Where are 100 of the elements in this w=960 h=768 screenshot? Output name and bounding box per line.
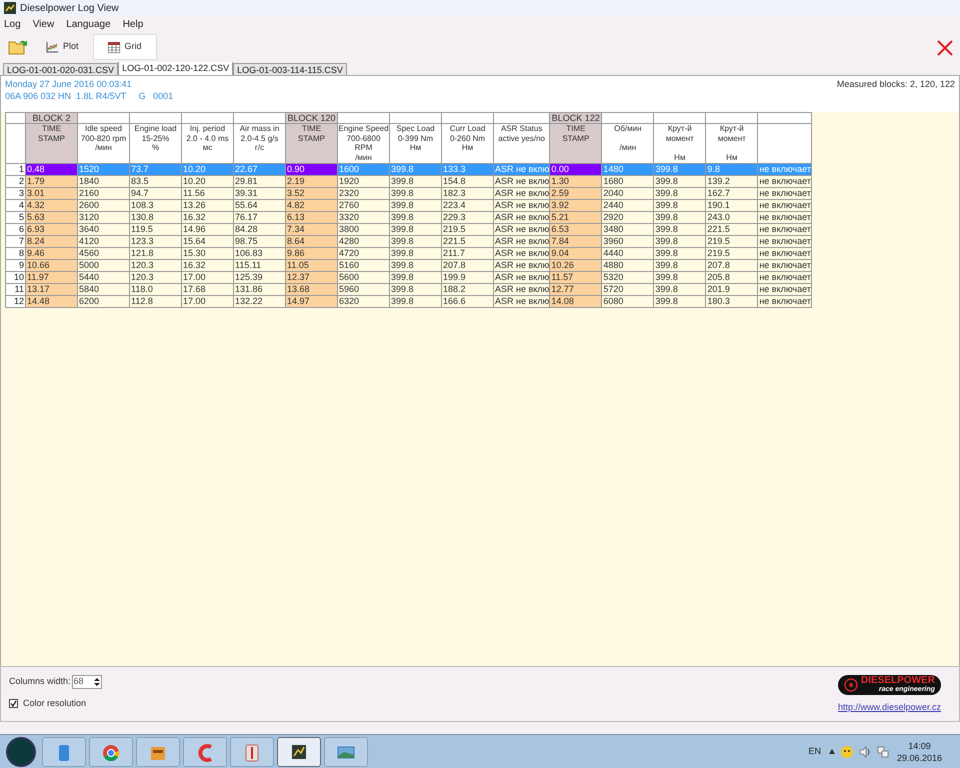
table-cell: 14.97 <box>286 296 338 308</box>
columns-width-spinner[interactable]: 68 <box>72 675 102 689</box>
column-header: Air mass in 2.0-4.5 g/s г/с <box>234 124 286 164</box>
table-cell: 399.8 <box>390 224 442 236</box>
table-cell: 221.5 <box>706 224 758 236</box>
table-cell: 14.96 <box>182 224 234 236</box>
grid-button[interactable]: Grid <box>92 34 157 60</box>
table-cell: 6.93 <box>26 224 78 236</box>
taskbar-button[interactable] <box>136 736 180 766</box>
spinner-arrows-icon[interactable] <box>92 676 101 688</box>
clock-time[interactable]: 14:09 <box>908 740 931 752</box>
table-cell: 4280 <box>338 236 390 248</box>
row-number: 11 <box>6 284 26 296</box>
table-cell: 118.0 <box>130 284 182 296</box>
table-cell: 4.82 <box>286 200 338 212</box>
taskbar-button[interactable] <box>277 736 321 766</box>
table-cell: 9.86 <box>286 248 338 260</box>
table-cell: 399.8 <box>654 248 706 260</box>
table-cell: 6200 <box>78 296 130 308</box>
start-button[interactable] <box>6 736 36 766</box>
table-cell: 2760 <box>338 200 390 212</box>
menu-item[interactable]: Help <box>122 16 144 32</box>
table-cell: 399.8 <box>654 224 706 236</box>
table-cell: не включает <box>758 188 812 200</box>
plot-button[interactable]: Plot <box>32 34 93 60</box>
table-cell: 8.24 <box>26 236 78 248</box>
table-cell: 120.3 <box>130 260 182 272</box>
smiley-icon[interactable] <box>840 746 853 758</box>
table-cell: 199.9 <box>442 272 494 284</box>
table-cell: 123.3 <box>130 236 182 248</box>
table-cell: 399.8 <box>390 188 442 200</box>
table-cell: 4440 <box>602 248 654 260</box>
table-cell: 4120 <box>78 236 130 248</box>
file-tab[interactable]: LOG-01-002-120-122.CSV <box>118 61 234 75</box>
table-cell: ASR не вклю <box>494 260 550 272</box>
table-cell: 399.8 <box>390 272 442 284</box>
table-cell: 5320 <box>602 272 654 284</box>
table-cell: не включает <box>758 260 812 272</box>
row-number: 9 <box>6 260 26 272</box>
table-cell: 2920 <box>602 212 654 224</box>
table-cell: 7.84 <box>550 236 602 248</box>
table-cell: 3960 <box>602 236 654 248</box>
table-cell: 2.19 <box>286 176 338 188</box>
table-cell: 399.8 <box>654 272 706 284</box>
table-cell: 1680 <box>602 176 654 188</box>
clock-date[interactable]: 29.06.2016 <box>896 752 942 764</box>
table-cell: 3.52 <box>286 188 338 200</box>
table-cell: 15.64 <box>182 236 234 248</box>
table-cell: 11.05 <box>286 260 338 272</box>
table-cell: 76.17 <box>234 212 286 224</box>
table-cell: 6080 <box>602 296 654 308</box>
menu-item[interactable]: View <box>32 16 54 32</box>
table-cell: 120.3 <box>130 272 182 284</box>
table-cell: 131.86 <box>234 284 286 296</box>
table-cell: ASR не вклю <box>494 248 550 260</box>
table-cell: 399.8 <box>390 248 442 260</box>
table-cell: 223.4 <box>442 200 494 212</box>
tray-arrow-icon[interactable] <box>828 749 835 754</box>
row-number: 2 <box>6 176 26 188</box>
table-cell: 7.34 <box>286 224 338 236</box>
checkbox[interactable] <box>9 699 18 708</box>
table-cell: 399.8 <box>390 200 442 212</box>
column-header: Idle speed 700-820 rpm /мин <box>78 124 130 164</box>
table-cell: 0.48 <box>26 164 78 176</box>
table-cell: 5600 <box>338 272 390 284</box>
table-cell: 13.26 <box>182 200 234 212</box>
table-cell: 399.8 <box>654 200 706 212</box>
table-cell: 166.6 <box>442 296 494 308</box>
table-cell: 55.64 <box>234 200 286 212</box>
file-tab[interactable]: LOG-01-003-114-115.CSV <box>233 63 347 75</box>
log-date: Monday 27 June 2016 00:03:41 <box>5 78 133 90</box>
table-cell: не включает <box>758 200 812 212</box>
grid-icon <box>108 42 120 52</box>
table-cell: не включает <box>758 272 812 284</box>
column-header: Engine load 15-25% % <box>130 124 182 164</box>
table-cell: 11.56 <box>182 188 234 200</box>
table-cell: 39.31 <box>234 188 286 200</box>
file-tab[interactable]: LOG-01-001-020-031.CSV <box>3 63 118 75</box>
language-indicator[interactable]: EN <box>808 744 821 758</box>
table-cell: 207.8 <box>442 260 494 272</box>
menu-item[interactable]: Language <box>66 16 111 32</box>
column-header: Крут-й момент Нм <box>706 124 758 164</box>
measured-blocks: Measured blocks: 2, 120, 122 <box>836 78 955 102</box>
network-icon[interactable] <box>876 746 889 758</box>
table-cell: 2.59 <box>550 188 602 200</box>
table-cell: 12.77 <box>550 284 602 296</box>
website-link[interactable]: http://www.dieselpower.cz <box>838 701 941 714</box>
table-cell: 1.30 <box>550 176 602 188</box>
block-header: BLOCK 120 <box>286 112 338 124</box>
menu-item[interactable]: Log <box>4 16 21 32</box>
speaker-icon[interactable] <box>858 746 871 758</box>
table-cell: 3.92 <box>550 200 602 212</box>
table-cell: 219.5 <box>706 236 758 248</box>
table-cell: 219.5 <box>706 248 758 260</box>
close-icon[interactable] <box>937 40 953 56</box>
table-cell: 14.08 <box>550 296 602 308</box>
table-cell: 3800 <box>338 224 390 236</box>
table-cell: 106.83 <box>234 248 286 260</box>
block-header: BLOCK 2 <box>26 112 78 124</box>
open-folder-icon[interactable] <box>8 38 28 56</box>
